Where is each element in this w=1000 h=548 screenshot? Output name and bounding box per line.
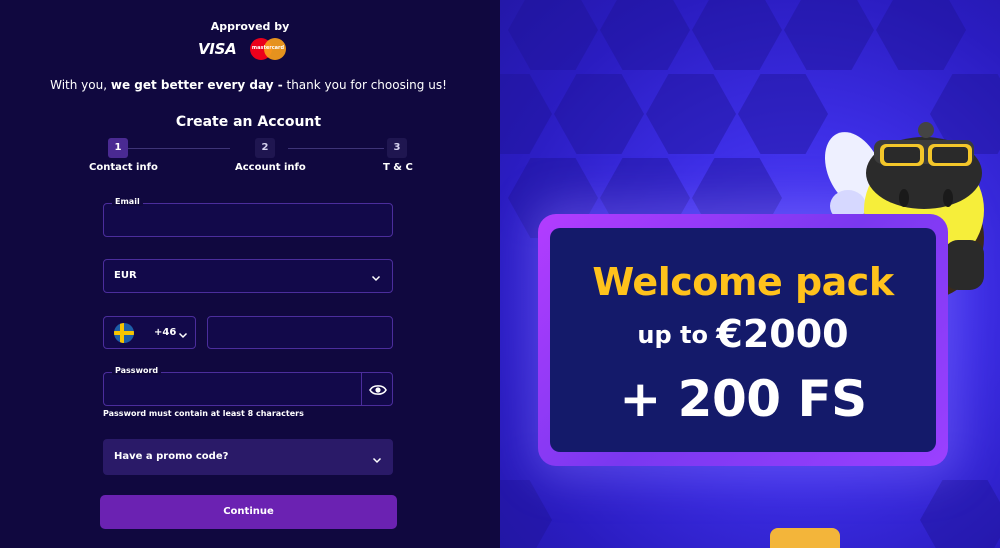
approved-by-label: Approved by	[210, 20, 290, 33]
step-3-number[interactable]: 3	[387, 138, 407, 158]
mastercard-logo: mastercard	[250, 38, 286, 60]
up-to-label: up to	[637, 321, 709, 349]
stepper: 1 Contact info 2 Account info 3 T & C	[88, 138, 413, 178]
tagline-suffix: thank you for choosing us!	[282, 78, 447, 92]
step-3-label: T & C	[383, 162, 413, 173]
eye-icon	[369, 385, 387, 395]
currency-value: EUR	[114, 270, 137, 281]
promo-code-label: Have a promo code?	[114, 451, 229, 462]
promo-banner: Welcome pack up to €2000 + 200 FS	[500, 0, 1000, 548]
chevron-down-icon	[370, 269, 382, 282]
coin-decoration	[770, 528, 840, 548]
phone-prefix-value: +46	[154, 327, 177, 338]
password-label: Password	[112, 366, 162, 375]
step-1-label: Contact info	[89, 162, 158, 173]
phone-number-input[interactable]	[207, 316, 393, 349]
email-field[interactable]: Email	[103, 197, 393, 237]
password-hint: Password must contain at least 8 charact…	[103, 409, 304, 418]
payment-logos: VISA mastercard	[198, 38, 288, 60]
continue-button[interactable]: Continue	[100, 495, 397, 529]
email-label: Email	[112, 197, 143, 206]
currency-select[interactable]: EUR	[103, 259, 393, 293]
free-spins: + 200 FS	[619, 370, 867, 428]
welcome-pack-card: Welcome pack up to €2000 + 200 FS	[538, 214, 948, 466]
page-title: Create an Account	[175, 114, 322, 130]
phone-country-select[interactable]: +46	[103, 316, 196, 349]
chevron-down-icon	[177, 326, 189, 339]
sweden-flag-icon	[114, 323, 134, 343]
step-1-number[interactable]: 1	[108, 138, 128, 158]
tagline: With you, we get better every day - than…	[0, 78, 497, 92]
bonus-amount-line: up to €2000	[550, 312, 936, 356]
registration-panel: Approved by VISA mastercard With you, we…	[0, 0, 500, 548]
bonus-amount: €2000	[716, 312, 849, 356]
step-2-label: Account info	[235, 162, 306, 173]
step-2-number[interactable]: 2	[255, 138, 275, 158]
promo-code-toggle[interactable]: Have a promo code?	[103, 439, 393, 475]
show-password-button[interactable]	[361, 372, 393, 406]
chevron-down-icon	[371, 451, 383, 464]
tagline-prefix: With you,	[50, 78, 111, 92]
visa-logo: VISA	[198, 40, 237, 58]
mastercard-text: mastercard	[251, 45, 285, 51]
welcome-pack-title: Welcome pack	[592, 260, 894, 304]
tagline-bold: we get better every day -	[110, 78, 283, 92]
password-field[interactable]: Password	[103, 366, 361, 406]
